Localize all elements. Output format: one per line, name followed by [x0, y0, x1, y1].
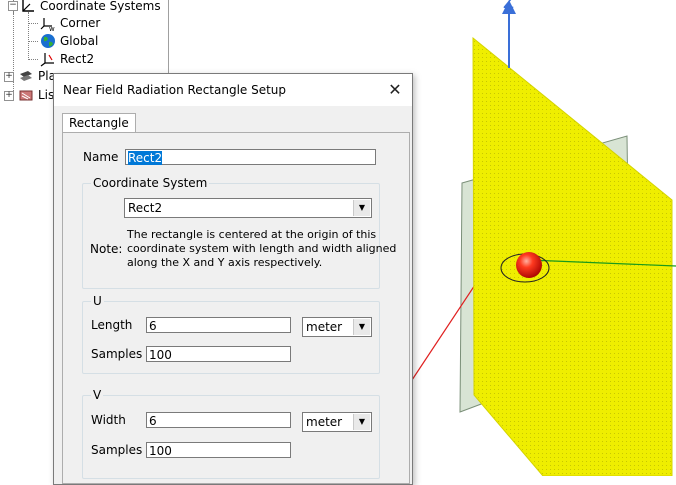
note-text-line-1: The rectangle is centered at the origin …: [127, 228, 377, 241]
note-text-line-3: along the X and Y axis respectively.: [127, 256, 323, 269]
tree-connector: [28, 59, 38, 60]
tree-item-global[interactable]: Global: [60, 32, 98, 50]
dialog-titlebar[interactable]: Near Field Radiation Rectangle Setup ✕: [54, 74, 412, 106]
tree-item-coordinate-systems[interactable]: Coordinate Systems: [40, 0, 161, 15]
radiation-sphere: [516, 252, 542, 278]
near-field-rectangle: [472, 36, 673, 476]
v-samples-input[interactable]: 100: [146, 442, 291, 458]
width-unit-select[interactable]: meter ▼: [302, 412, 372, 432]
tree-item-rect2[interactable]: Rect2: [60, 50, 94, 68]
tree-item-lists[interactable]: Lis: [38, 86, 54, 104]
coordinate-system-select[interactable]: Rect2 ▼: [124, 198, 372, 218]
u-samples-input[interactable]: 100: [146, 346, 291, 362]
tree-connector: [28, 41, 38, 42]
coordinate-system-select-value: Rect2: [128, 201, 163, 215]
expand-lists[interactable]: +: [4, 91, 14, 101]
near-field-rectangle-setup-dialog: Near Field Radiation Rectangle Setup ✕ R…: [53, 73, 413, 485]
length-unit-select[interactable]: meter ▼: [302, 317, 372, 337]
note-label: Note:: [90, 242, 123, 256]
axes-xyz-icon: [40, 53, 54, 67]
dialog-title: Near Field Radiation Rectangle Setup: [63, 83, 287, 97]
z-axis-label: Z: [503, 0, 514, 12]
chevron-down-icon[interactable]: ▼: [353, 414, 370, 430]
name-field[interactable]: Rect2: [125, 149, 376, 165]
globe-icon: [41, 34, 55, 48]
width-unit-value: meter: [306, 415, 343, 429]
coordinate-system-group: Coordinate System Rect2 ▼ Note: The rect…: [82, 176, 396, 289]
length-input[interactable]: 6: [146, 317, 291, 333]
coordinate-system-group-title: Coordinate System: [91, 176, 210, 190]
note-text-line-2: coordinate system with length and width …: [127, 242, 397, 255]
v-group: V Width 6 meter ▼ Samples 100: [82, 388, 380, 479]
planes-icon: [20, 71, 32, 81]
chevron-down-icon[interactable]: ▼: [353, 200, 370, 216]
expand-planes[interactable]: +: [4, 72, 14, 82]
close-button[interactable]: ✕: [380, 76, 410, 104]
name-field-value: Rect2: [128, 151, 163, 165]
tree-connector: [28, 12, 29, 60]
v-group-title: V: [91, 388, 104, 402]
tab-rectangle[interactable]: Rectangle: [62, 113, 136, 133]
u-samples-label: Samples: [91, 347, 143, 361]
u-group-title: U: [91, 294, 104, 308]
tree-item-corner[interactable]: Corner: [60, 14, 100, 32]
tree-connector: [13, 11, 14, 101]
tree-connector: [28, 23, 38, 24]
v-samples-label: Samples: [91, 443, 143, 457]
chevron-down-icon[interactable]: ▼: [353, 319, 370, 335]
width-input[interactable]: 6: [146, 412, 291, 428]
name-label: Name: [83, 150, 119, 164]
rectangle-tab-panel: Name Rect2 Coordinate System Rect2 ▼ Not…: [62, 132, 410, 484]
axes-icon: [22, 0, 34, 12]
length-label: Length: [91, 318, 133, 332]
svg-text:w: w: [49, 25, 55, 31]
width-label: Width: [91, 413, 126, 427]
length-unit-value: meter: [306, 320, 343, 334]
collapse-coordinate-systems[interactable]: −: [8, 1, 18, 11]
u-group: U Length 6 meter ▼ Samples 100: [82, 294, 380, 374]
lists-icon: [19, 90, 33, 101]
axes-w-icon: w: [40, 18, 55, 31]
